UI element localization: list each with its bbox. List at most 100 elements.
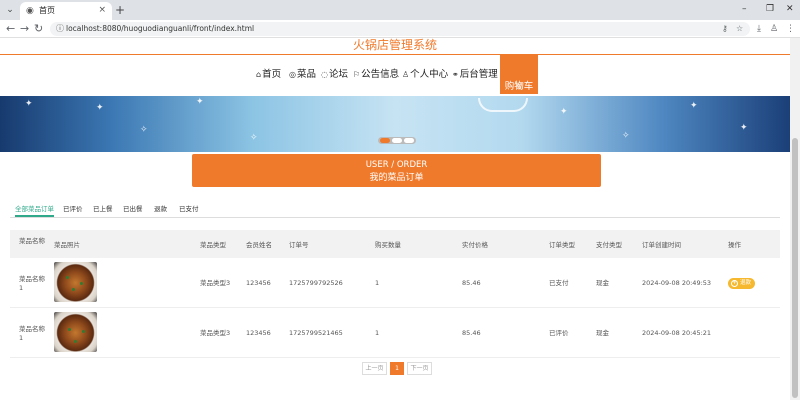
col-action: 操作 [728,241,741,249]
tab-reviewed[interactable]: 已评价 [63,203,83,215]
dish-type: 菜品类型3 [200,279,231,287]
col-order-no: 订单号 [289,241,309,249]
sparkle-icon: ✦ [96,103,104,113]
nav-notices[interactable]: ⚐公告信息 [353,68,399,82]
payment-type: 现金 [596,329,609,337]
forward-icon[interactable]: → [20,22,29,36]
nav-dishes-label: 菜品 [296,69,316,80]
order-header-cn: 我的菜品订单 [369,173,424,183]
dish-type: 菜品类型3 [200,329,231,337]
nav-profile-label: 个人中心 [410,69,449,80]
table-row: 菜品名称1 菜品类型3 123456 1725799521465 1 85.46… [10,308,780,358]
tab-list-chevron-icon[interactable]: ⌄ [3,3,17,17]
table-header: 菜品名称 菜品照片 菜品类型 会员姓名 订单号 购买数量 实付价格 订单类型 支… [10,230,780,258]
carousel-indicators [378,137,416,144]
current-page[interactable]: 1 [390,362,404,375]
nav-admin-label: 后台管理 [459,69,498,80]
nav-cart-active[interactable]: ⊞ 购物车 [500,55,538,94]
order-filter-tabs: 全部菜品订单 已评价 已上餐 已出餐 退款 已支付 [10,203,780,218]
tab-all-orders[interactable]: 全部菜品订单 [15,203,54,217]
tab-paid[interactable]: 已支付 [179,203,199,215]
col-dish-photo: 菜品照片 [54,241,80,249]
tab-refund[interactable]: 退款 [154,203,167,215]
nav-cart-label: 购物车 [504,81,534,92]
browser-tab-title: 首页 [39,6,55,15]
close-tab-icon[interactable]: × [98,5,106,16]
dish-photo [54,262,97,302]
sparkle-icon: ✦ [690,101,698,111]
prev-page-button[interactable]: 上一页 [362,362,387,375]
quantity: 1 [375,329,380,337]
cloud-ornament [478,98,528,112]
nav-profile[interactable]: ♙个人中心 [402,68,448,82]
site-info-icon[interactable]: ⓘ [56,23,64,35]
created-time: 2024-09-08 20:45:21 [642,329,712,337]
reload-icon[interactable]: ↻ [34,22,43,36]
address-text[interactable]: localhost:8080/huoguodianguanli/front/in… [66,23,254,35]
col-pay-type: 支付类型 [596,241,622,249]
table-row: 菜品名称1 菜品类型3 123456 1725799792526 1 85.46… [10,258,780,308]
col-price: 实付价格 [462,241,488,249]
address-bar[interactable]: ⓘ localhost:8080/huoguodianguanli/front/… [50,22,750,36]
col-order-type: 订单类型 [549,241,575,249]
col-dish-type: 菜品类型 [200,241,226,249]
site-title: 火锅店管理系统 [352,38,437,52]
refund-button[interactable]: ¥ 退款 [728,278,755,289]
banner-carousel[interactable]: ✦ ✦ ✧ ✦ ✧ ✦ ✧ ✦ ✦ [0,96,790,152]
nav-dishes[interactable]: ◎菜品 [289,68,316,82]
back-icon[interactable]: ← [6,22,15,36]
new-tab-button[interactable]: + [115,3,125,17]
dish-name: 菜品名称1 [19,275,45,292]
dish-icon: ◎ [289,70,296,79]
carousel-dot-1[interactable] [380,138,390,143]
profile-icon[interactable]: ♙ [770,23,778,35]
payment-type: 现金 [596,279,609,287]
yen-icon: ¥ [731,280,738,287]
order-number: 1725799521465 [289,329,343,337]
bookmark-star-icon[interactable]: ☆ [736,23,743,35]
sparkle-icon: ✦ [740,123,748,133]
page-scrollbar[interactable] [790,38,800,400]
browser-tab[interactable]: ◉ 首页 × [20,2,112,20]
nav-forum-label: 论坛 [328,69,348,80]
key-icon[interactable]: ⚷ [722,23,728,35]
nav-notices-label: 公告信息 [361,69,400,80]
home-icon: ⌂ [256,70,262,79]
nav-home[interactable]: ⌂首页 [256,68,281,82]
member-name: 123456 [246,279,271,287]
close-window-icon[interactable]: ✕ [786,3,794,15]
user-icon: ♙ [402,70,410,79]
sparkle-icon: ✦ [560,107,568,117]
sparkle-icon: ✧ [622,131,630,141]
order-number: 1725799792526 [289,279,343,287]
carousel-dot-3[interactable] [404,138,414,143]
link-icon: ⚭ [452,70,459,79]
sparkle-icon: ✦ [196,97,204,107]
col-dish-name: 菜品名称 [19,237,45,245]
maximize-icon[interactable]: ❐ [766,3,774,15]
nav-forum[interactable]: ◌论坛 [321,68,348,82]
nav-home-label: 首页 [262,69,282,80]
nav-admin[interactable]: ⚭后台管理 [452,68,498,82]
dish-photo [54,312,97,352]
created-time: 2024-09-08 20:49:53 [642,279,712,287]
menu-kebab-icon[interactable]: ⋮ [786,23,795,35]
title-divider [0,54,790,55]
download-icon[interactable]: ⤓ [757,23,761,35]
refund-button-label: 退款 [740,280,752,286]
tab-served[interactable]: 已上餐 [93,203,113,215]
browser-toolbar: ← → ↻ ⓘ localhost:8080/huoguodianguanli/… [0,20,800,38]
col-created: 订单创建时间 [642,241,681,249]
order-status: 已评价 [549,329,569,337]
paid-price: 85.46 [462,329,481,337]
carousel-dot-2[interactable] [392,138,402,143]
col-qty: 购买数量 [375,241,401,249]
next-page-button[interactable]: 下一页 [407,362,432,375]
dish-name: 菜品名称1 [19,325,45,342]
globe-icon: ◉ [26,6,34,16]
scrollbar-thumb[interactable] [792,138,798,398]
order-header-en: USER / ORDER [365,160,428,170]
minimize-icon[interactable]: – [742,3,747,15]
tab-prepared[interactable]: 已出餐 [123,203,143,215]
paid-price: 85.46 [462,279,481,287]
